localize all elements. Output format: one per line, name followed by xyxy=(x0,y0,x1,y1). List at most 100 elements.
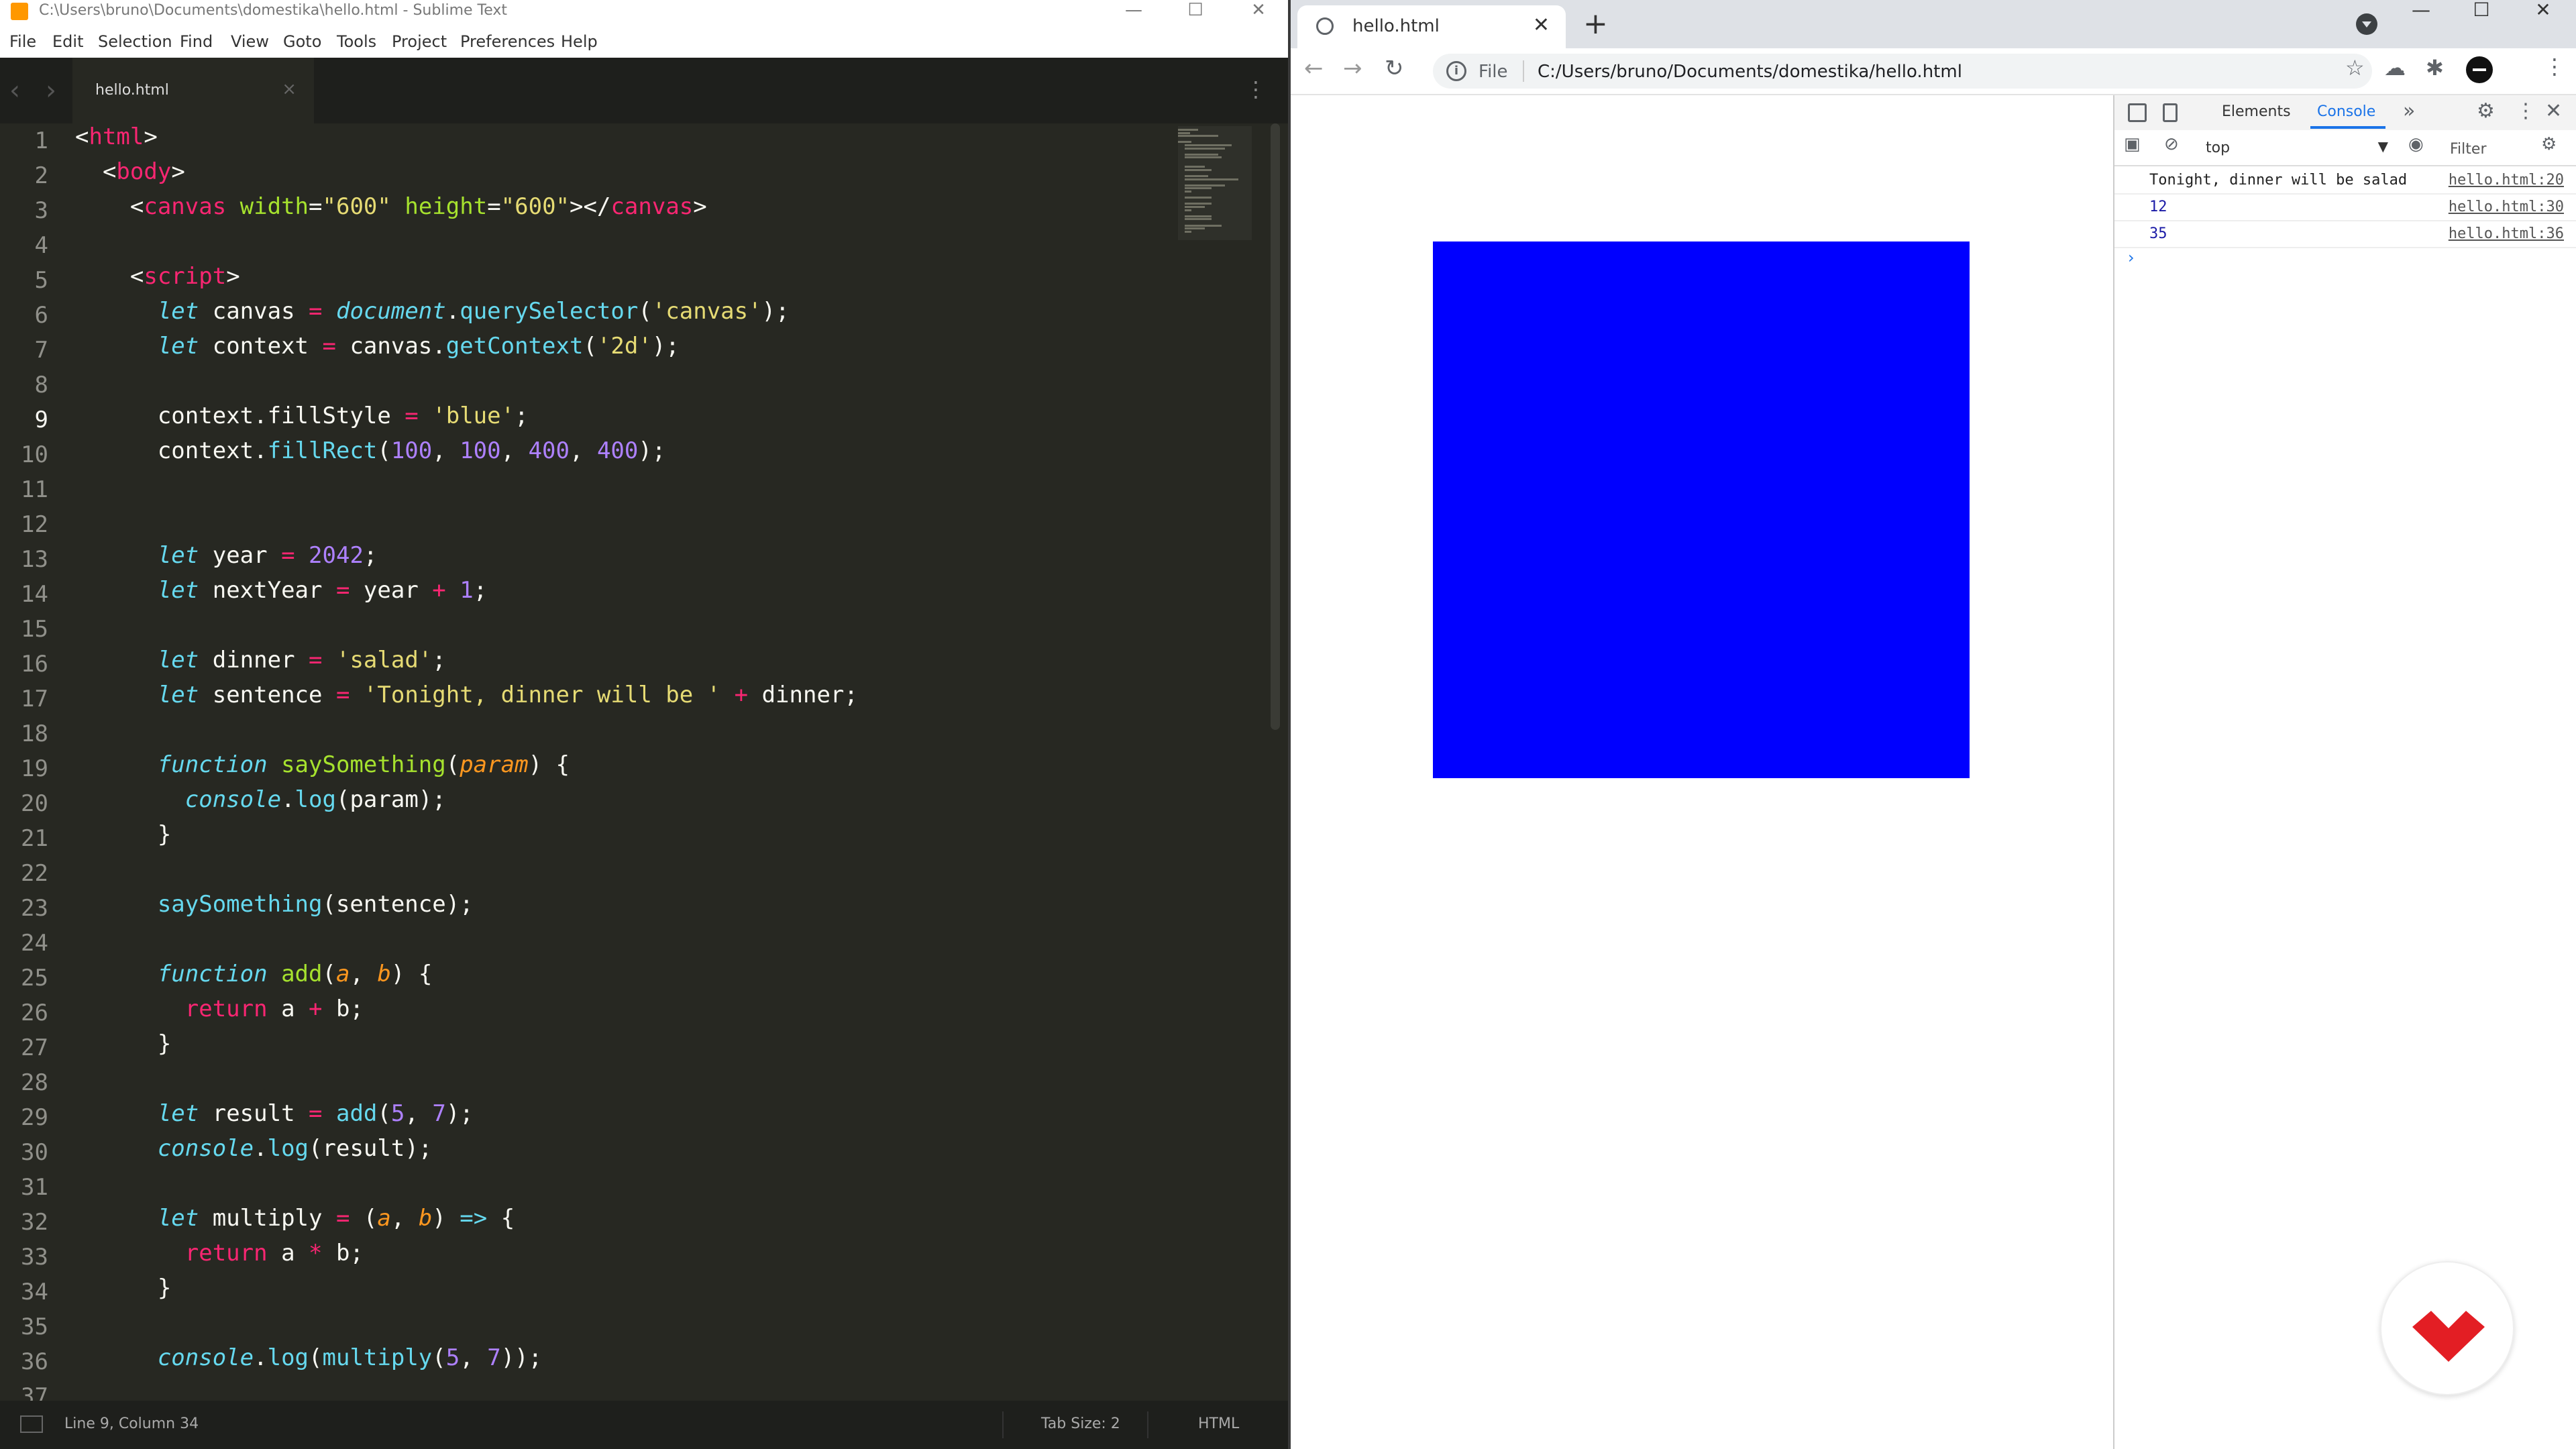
console-source-link[interactable]: hello.html:20 xyxy=(2449,172,2564,189)
close-icon[interactable]: ✕ xyxy=(1533,13,1550,37)
address-bar[interactable]: i File C:/Users/bruno/Documents/domestik… xyxy=(1433,54,2372,89)
line-number: 33 xyxy=(21,1244,48,1271)
eye-icon[interactable]: ◉ xyxy=(2408,134,2424,154)
code-line: <body> xyxy=(75,158,185,185)
tab-bar: ‹ › hello.html × ⋮ xyxy=(0,58,1288,123)
device-toolbar-icon[interactable] xyxy=(2163,103,2178,122)
reload-icon[interactable]: ↻ xyxy=(1385,55,1404,82)
minimap-stroke xyxy=(1185,224,1222,227)
tab-hello-html[interactable]: hello.html ✕ xyxy=(1297,5,1566,48)
puzzle-extensions-icon[interactable]: ✱ xyxy=(2426,55,2444,80)
console-message: 35 xyxy=(2149,225,2167,242)
line-number: 32 xyxy=(21,1209,48,1236)
minimap-stroke xyxy=(1185,168,1212,171)
devtools-tabbar: Elements Console » ⚙ ⋮ ✕ xyxy=(2114,95,2576,131)
menu-file[interactable]: File xyxy=(9,32,36,51)
more-tabs-icon[interactable]: » xyxy=(2403,99,2415,123)
line-number: 20 xyxy=(21,790,48,817)
close-icon[interactable]: × xyxy=(282,79,297,99)
menu-preferences[interactable]: Preferences xyxy=(460,32,555,51)
canvas-blue-rect xyxy=(1433,241,1970,778)
minimap-stroke xyxy=(1185,203,1212,205)
clear-console-icon[interactable]: ⊘ xyxy=(2164,134,2179,154)
sidebar-toggle-icon[interactable]: ▣ xyxy=(2124,134,2141,154)
menu-goto[interactable]: Goto xyxy=(283,32,321,51)
maximize-icon[interactable]: ☐ xyxy=(2451,0,2512,23)
panel-toggle-icon[interactable] xyxy=(20,1415,43,1433)
code-editor[interactable]: <html> <body> <canvas width="600" height… xyxy=(75,123,1175,1401)
minimap-stroke xyxy=(1185,166,1205,168)
line-number: 34 xyxy=(21,1279,48,1305)
code-line: let year = 2042; xyxy=(157,542,378,569)
more-vertical-icon[interactable]: ⋮ xyxy=(2516,99,2536,123)
code-line: let nextYear = year + 1; xyxy=(157,577,488,604)
tab-size-selector[interactable]: Tab Size: 2 xyxy=(1041,1415,1120,1432)
info-icon[interactable]: i xyxy=(1446,61,1466,81)
chevron-left-icon[interactable]: ‹ xyxy=(9,75,20,106)
menu-edit[interactable]: Edit xyxy=(52,32,83,51)
address-url[interactable]: C:/Users/bruno/Documents/domestika/hello… xyxy=(1538,62,1962,82)
tab-elements[interactable]: Elements xyxy=(2222,103,2291,120)
address-scheme: File xyxy=(1479,62,1508,82)
gear-icon[interactable]: ⚙ xyxy=(2477,99,2495,123)
menu-tools[interactable]: Tools xyxy=(337,32,376,51)
back-icon[interactable]: ← xyxy=(1304,55,1324,82)
tab-label: hello.html xyxy=(95,82,169,99)
minimap-stroke xyxy=(1185,187,1212,190)
minimap-viewport[interactable] xyxy=(1178,126,1252,240)
line-number: 1 xyxy=(34,127,48,154)
tab-hello-html[interactable]: hello.html × xyxy=(72,58,314,123)
cursor-position: Line 9, Column 34 xyxy=(64,1415,199,1432)
profile-avatar[interactable] xyxy=(2466,56,2493,83)
inspect-element-icon[interactable] xyxy=(2128,103,2147,122)
code-line: <html> xyxy=(75,123,158,150)
window-title: C:\Users\bruno\Documents\domestika\hello… xyxy=(39,2,508,19)
line-number: 16 xyxy=(21,651,48,678)
menu-find[interactable]: Find xyxy=(180,32,213,51)
minimize-icon[interactable]: — xyxy=(1114,0,1154,23)
tab-console[interactable]: Console xyxy=(2317,103,2375,120)
vertical-scrollbar[interactable] xyxy=(1271,123,1280,730)
line-number: 4 xyxy=(34,232,48,259)
minimap-stroke xyxy=(1185,191,1191,193)
menu-selection[interactable]: Selection xyxy=(98,32,172,51)
forward-icon[interactable]: → xyxy=(1343,55,1362,82)
close-icon[interactable]: ✕ xyxy=(2513,0,2573,23)
code-line: console.log(result); xyxy=(157,1135,433,1162)
maximize-icon[interactable]: ☐ xyxy=(1175,0,1216,23)
code-line: return a * b; xyxy=(184,1240,364,1267)
close-icon[interactable]: ✕ xyxy=(1238,0,1279,23)
menu-view[interactable]: View xyxy=(231,32,269,51)
tab-strip: hello.html ✕ + — ☐ ✕ xyxy=(1291,0,2576,48)
chevron-right-icon[interactable]: › xyxy=(46,75,56,106)
line-number: 18 xyxy=(21,720,48,747)
console-source-link[interactable]: hello.html:36 xyxy=(2449,225,2564,242)
console-prompt[interactable]: › xyxy=(2128,248,2135,267)
menu-help[interactable]: Help xyxy=(561,32,598,51)
context-select[interactable]: top ▼ xyxy=(2198,137,2392,158)
line-number: 22 xyxy=(21,860,48,887)
bookmark-star-icon[interactable]: ☆ xyxy=(2345,55,2365,80)
new-tab-icon[interactable]: + xyxy=(1583,7,1608,41)
minimap[interactable] xyxy=(1178,126,1252,240)
cloud-extension-icon[interactable]: ☁ xyxy=(2384,55,2406,80)
code-line: console.log(param); xyxy=(184,786,446,813)
tab-search-icon[interactable] xyxy=(2356,13,2377,35)
minimap-stroke xyxy=(1185,206,1205,208)
line-number-gutter: 1 2 3 4 5 6 7 8 9 10 11 12 13 14 15 16 17 18 19 20 21 22 23 24 2… xyxy=(0,123,67,1410)
minimize-icon[interactable]: — xyxy=(2391,0,2451,23)
gear-icon[interactable]: ⚙ xyxy=(2541,134,2557,154)
code-line: let context = canvas.getContext('2d'); xyxy=(157,333,680,360)
close-icon[interactable]: ✕ xyxy=(2545,99,2562,123)
menu-project[interactable]: Project xyxy=(392,32,447,51)
console-source-link[interactable]: hello.html:30 xyxy=(2449,199,2564,215)
line-number: 17 xyxy=(21,686,48,712)
code-line: } xyxy=(75,1275,172,1301)
syntax-selector[interactable]: HTML xyxy=(1198,1415,1239,1432)
more-vertical-icon[interactable]: ⋮ xyxy=(2544,54,2565,79)
code-line: <canvas width="600" height="600"></canva… xyxy=(75,193,707,220)
line-number: 19 xyxy=(21,755,48,782)
more-vertical-icon[interactable]: ⋮ xyxy=(1245,76,1267,102)
sublime-titlebar: C:\Users\bruno\Documents\domestika\hello… xyxy=(0,0,1288,23)
filter-input[interactable]: Filter xyxy=(2443,137,2524,161)
